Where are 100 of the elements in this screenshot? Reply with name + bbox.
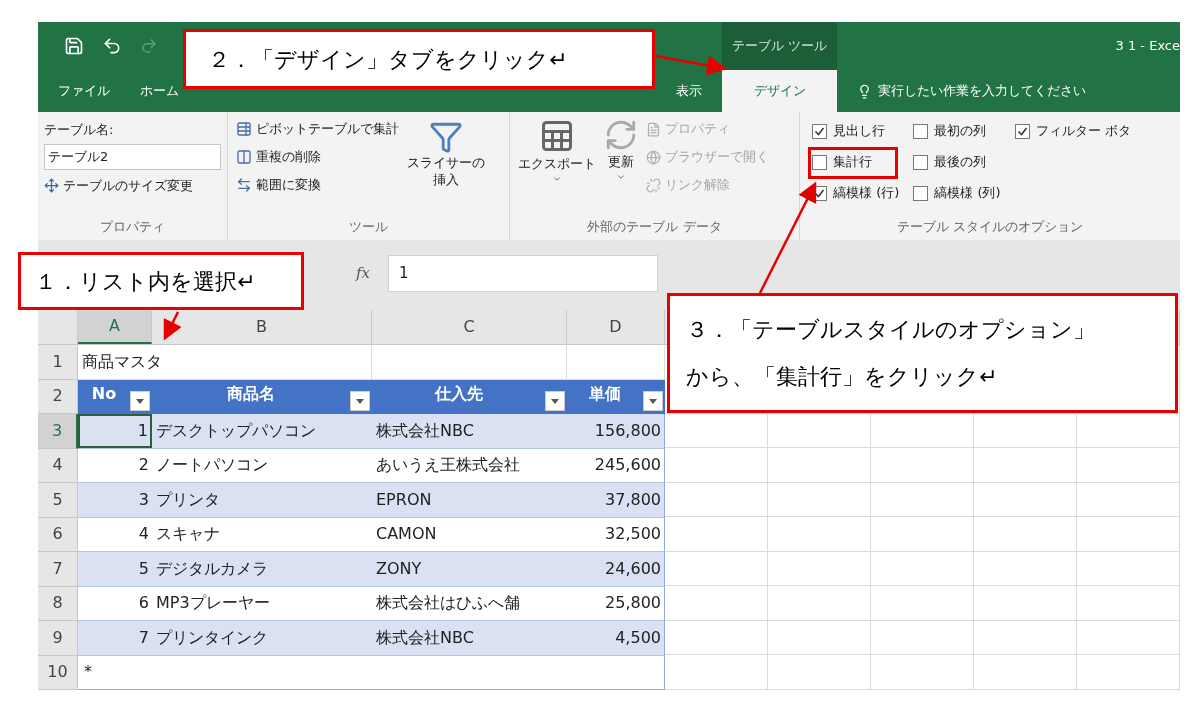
selected-cell[interactable]: 4 [78,517,152,551]
globe-icon [646,149,661,165]
insert-slicer-button[interactable]: スライサーの 挿入 [407,118,485,196]
table-name-field[interactable]: テーブル2 [44,143,221,170]
selected-cell[interactable]: 5 [78,552,152,586]
checkbox[interactable] [913,185,929,201]
filter-dropdown-button[interactable] [350,391,370,411]
column-header-cell-text: No [91,383,117,406]
export-button[interactable]: エクスポート [518,118,596,196]
ribbon-tab[interactable]: 表示 [656,70,722,112]
callout-text: ３．「テーブルスタイルのオプション」 [686,316,1096,344]
row-header[interactable]: 6 [38,517,78,552]
row-header[interactable]: 8 [38,586,78,621]
save-icon[interactable] [64,36,84,56]
table-cell-text: ノートパソコン [156,454,268,477]
new-row-marker: * [84,661,92,684]
refresh-button[interactable]: 更新 [604,118,638,196]
resize-table-button[interactable]: テーブルのサイズ変更 [44,175,221,195]
column-header[interactable]: A [78,310,152,344]
table-cell-text: 25,800 [605,592,661,615]
callout-text: から、「集計行」をクリック↵ [686,363,999,391]
selected-cell[interactable]: 1 [78,414,152,448]
checkbox-label: 見出し行 [833,122,885,141]
table-cell-text: 6 [138,592,149,615]
table-cell-text: 株式会社はひふへ舗 [376,592,520,615]
move-icon [44,177,59,193]
filter-icon [429,120,463,154]
table-cell-text: 7 [138,626,149,649]
group-label: 外部のテーブル データ [586,217,723,236]
table-cell-text: プリンタインク [156,626,268,649]
ribbon-button[interactable]: 重複の削除 [236,146,399,168]
checkbox-label: 縞模様 (列) [934,184,1001,203]
window-title: 3 1 - Exce [1115,37,1180,56]
checkbox[interactable] [812,154,827,170]
row-header[interactable]: 5 [38,483,78,518]
table-cell-text: 37,800 [605,488,661,511]
column-header[interactable]: C [372,310,567,344]
column-header-cell-text: 単価 [589,383,621,406]
columns-icon [236,149,252,165]
table-cell-text: MP3プレーヤー [156,592,270,615]
table-cell-text: 32,500 [605,523,661,546]
table-cell-text: ZONY [376,557,422,580]
table-cell-text: 株式会社NBC [376,419,474,442]
selected-cell[interactable]: 3 [78,483,152,517]
row-header[interactable]: 2 [38,379,78,414]
table-cell-text: CAMON [376,523,437,546]
ribbon-tab[interactable]: ファイル [52,70,116,112]
arrows-icon [236,177,252,193]
refresh-icon [604,118,638,152]
table-icon [236,121,252,137]
row-header[interactable]: 1 [38,345,78,380]
filter-dropdown-button[interactable] [130,391,150,411]
checkbox[interactable] [913,154,929,170]
row-header[interactable]: 3 [38,414,78,449]
table-cell-text: 株式会社NBC [376,626,474,649]
table-cell-text: 245,600 [594,454,661,477]
table-cell-text: 156,800 [594,419,661,442]
unlink-icon [646,177,661,193]
caret-icon [649,398,657,404]
table-cell-text: プリンタ [156,488,220,511]
callout-text: ２．「デザイン」タブをクリック↵ [208,45,569,74]
tell-me-field[interactable]: 実行したい作業を入力してください [837,70,1180,112]
row-header[interactable]: 9 [38,621,78,656]
table-cell-text: 5 [138,557,149,580]
table-cell-text: デスクトップパソコン [156,419,316,442]
table-cell-text: デジタルカメラ [156,557,268,580]
checkbox-label: 最後の列 [934,153,987,172]
column-header[interactable]: D [567,310,665,344]
filter-dropdown-button[interactable] [643,391,663,411]
row-header[interactable]: 10 [38,655,78,690]
checkbox-label: 縞模様 (行) [833,184,900,203]
checkbox-label: フィルター ボタ [1035,122,1131,141]
table-cell-text: 1 [137,419,148,442]
ribbon-tab[interactable]: ホーム [134,70,185,112]
checkbox[interactable] [913,123,929,139]
formula-field[interactable]: 1 [388,255,658,292]
selected-cell[interactable]: 7 [78,621,152,655]
ribbon-button[interactable]: ピボットテーブルで集計 [236,118,399,140]
table-cell-text: 4,500 [615,626,661,649]
callout-text: １．リスト内を選択↵ [35,267,257,296]
caret-icon [551,398,559,404]
row-header[interactable]: 4 [38,448,78,483]
undo-icon[interactable] [102,36,122,56]
spreadsheet-icon [539,118,575,154]
selected-cell[interactable]: 2 [78,448,152,482]
checkbox[interactable] [812,123,827,139]
table-cell-text: スキャナ [156,523,220,546]
filter-dropdown-button[interactable] [545,391,565,411]
lightbulb-icon [857,83,872,99]
selected-cell[interactable]: 6 [78,586,152,620]
checkbox-label: 集計行 [833,153,872,172]
function-label[interactable]: fx [356,262,370,285]
table-cell-text: 商品マスタ [82,350,162,373]
row-header[interactable]: 7 [38,552,78,587]
table-name-label: テーブル名: [44,121,115,139]
table-cell-text: EPRON [376,488,432,511]
checkbox[interactable] [1014,123,1030,139]
ribbon-button[interactable]: 範囲に変換 [236,174,399,196]
document-icon [646,121,661,137]
ribbon-tab[interactable]: デザイン [722,70,837,112]
